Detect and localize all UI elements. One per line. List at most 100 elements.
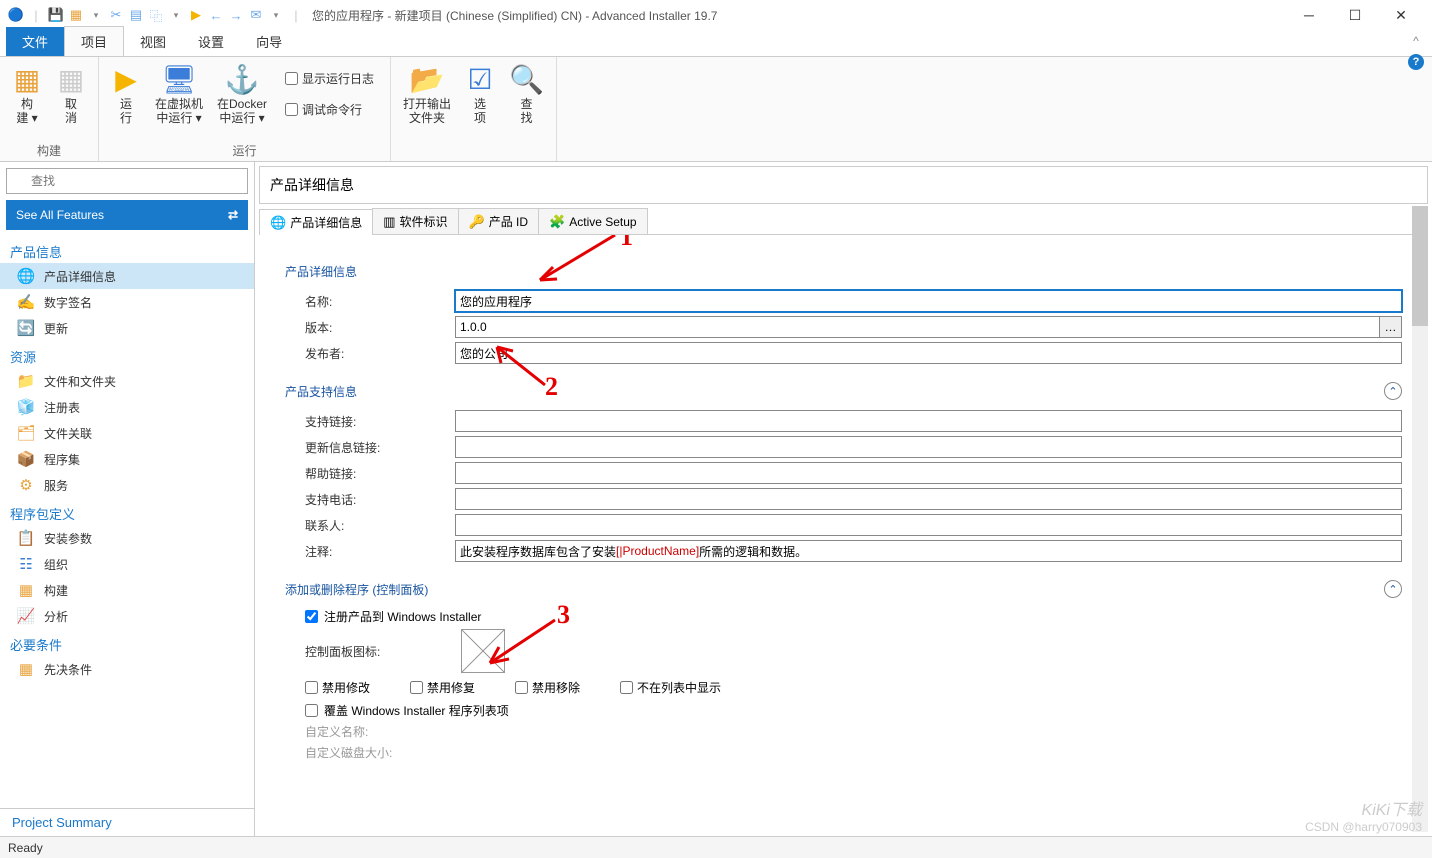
forward-icon[interactable]: → [228, 7, 244, 23]
nolist-checkbox[interactable]: 不在列表中显示 [620, 679, 721, 696]
nav-update[interactable]: 🔄更新 [0, 315, 254, 341]
nav-prereq[interactable]: ▦先决条件 [0, 656, 254, 682]
qat-dropdown3-icon[interactable]: ▾ [268, 7, 284, 23]
override-checkbox[interactable]: 覆盖 Windows Installer 程序列表项 [285, 702, 1402, 719]
svg-text:1: 1 [620, 235, 633, 251]
version-browse-button[interactable]: … [1380, 316, 1402, 338]
nav-organize[interactable]: ☷组织 [0, 551, 254, 577]
help-icon[interactable]: ? [1408, 54, 1424, 70]
nav-analyze[interactable]: 📈分析 [0, 603, 254, 629]
section-product-details: 产品详细信息 [285, 263, 1402, 280]
see-all-features-button[interactable]: See All Features ⇄ [6, 200, 248, 230]
show-log-check[interactable]: 显示运行日志 [281, 68, 378, 89]
nav-header-prereq: 必要条件 [0, 629, 254, 656]
qat-sep: | [28, 7, 44, 23]
save-icon[interactable]: 💾 [48, 7, 64, 23]
mail-icon[interactable]: ✉ [248, 7, 264, 23]
norepair-checkbox[interactable]: 禁用修复 [410, 679, 475, 696]
nav-files[interactable]: 📁文件和文件夹 [0, 368, 254, 394]
nav-registry[interactable]: 🧊注册表 [0, 394, 254, 420]
status-bar: Ready [0, 836, 1432, 858]
label-contact: 联系人: [285, 517, 455, 534]
nav-digital-signature[interactable]: ✍数字签名 [0, 289, 254, 315]
window-title: 您的应用程序 - 新建项目 (Chinese (Simplified) CN) … [312, 7, 1286, 24]
cut-icon[interactable]: ✂ [108, 7, 124, 23]
tab-wizard[interactable]: 向导 [240, 27, 298, 56]
label-name: 名称: [285, 293, 455, 310]
subtab-activesetup[interactable]: 🧩Active Setup [538, 208, 648, 234]
tab-file[interactable]: 文件 [6, 27, 64, 56]
main-panel: 产品详细信息 🌐产品详细信息 ▥软件标识 🔑产品 ID 🧩Active Setu… [255, 162, 1432, 836]
run-button[interactable]: ▶运行 [105, 61, 147, 127]
gear-icon: ⚙ [16, 476, 36, 494]
label-help-link: 帮助链接: [285, 465, 455, 482]
comment-input[interactable]: 此安装程序数据库包含了安装 [|ProductName] 所需的逻辑和数据。 [455, 540, 1402, 562]
nav-services[interactable]: ⚙服务 [0, 472, 254, 498]
build-button[interactable]: ▦构建 ▾ [6, 61, 48, 127]
update-icon: 🔄 [16, 319, 36, 337]
app-icon: 🔵 [8, 7, 24, 23]
chart-icon: 📈 [16, 607, 36, 625]
run-vm-button[interactable]: 🖥在虚拟机中运行 ▾ [149, 61, 209, 127]
name-input[interactable] [455, 290, 1402, 312]
nomodify-checkbox[interactable]: 禁用修改 [305, 679, 370, 696]
tab-settings[interactable]: 设置 [182, 27, 240, 56]
version-input[interactable] [455, 316, 1380, 338]
publisher-input[interactable] [455, 342, 1402, 364]
nav-product-details[interactable]: 🌐产品详细信息 [0, 263, 254, 289]
support-link-input[interactable] [455, 410, 1402, 432]
find-button[interactable]: 🔍查找 [503, 61, 550, 127]
panel-title: 产品详细信息 [259, 166, 1428, 204]
nav-header-pkgdef: 程序包定义 [0, 498, 254, 525]
support-phone-input[interactable] [455, 488, 1402, 510]
globe-icon: 🌐 [270, 215, 286, 231]
qat-dropdown2-icon[interactable]: ▾ [168, 7, 184, 23]
search-input[interactable] [6, 168, 248, 194]
tab-project[interactable]: 项目 [64, 26, 124, 56]
paste-icon[interactable]: ▤ [128, 7, 144, 23]
subtab-swid[interactable]: ▥软件标识 [372, 208, 458, 234]
subtab-details[interactable]: 🌐产品详细信息 [259, 209, 373, 235]
qat-dropdown-icon[interactable]: ▾ [88, 7, 104, 23]
run-icon[interactable]: ▶ [188, 7, 204, 23]
update-link-input[interactable] [455, 436, 1402, 458]
minimize-button[interactable]: ─ [1286, 0, 1332, 30]
signature-icon: ✍ [16, 293, 36, 311]
copy-icon[interactable]: ⿻ [148, 7, 164, 23]
close-button[interactable]: ✕ [1378, 0, 1424, 30]
options-button[interactable]: ☑选项 [459, 61, 501, 127]
watermark: KiKi下载 CSDN @harry070903 [1305, 796, 1422, 834]
prereq-icon: ▦ [16, 660, 36, 678]
group-run-label: 运行 [105, 140, 384, 159]
noremove-checkbox[interactable]: 禁用移除 [515, 679, 580, 696]
group-build-label: 构建 [6, 140, 92, 159]
nav-install-params[interactable]: 📋安装参数 [0, 525, 254, 551]
help-link-input[interactable] [455, 462, 1402, 484]
register-checkbox[interactable]: 注册产品到 Windows Installer [285, 608, 1402, 625]
label-publisher: 发布者: [285, 345, 455, 362]
project-summary-link[interactable]: Project Summary [0, 808, 254, 836]
build-icon[interactable]: ▦ [68, 7, 84, 23]
folder-icon: 📁 [16, 372, 36, 390]
debug-cmd-check[interactable]: 调试命令行 [281, 99, 378, 120]
label-custom-name: 自定义名称: [285, 723, 455, 740]
cancel-button[interactable]: ▦取消 [50, 61, 92, 127]
contact-input[interactable] [455, 514, 1402, 536]
qat-sep2: | [288, 7, 304, 23]
maximize-button[interactable]: ☐ [1332, 0, 1378, 30]
label-update-link: 更新信息链接: [285, 439, 455, 456]
tab-view[interactable]: 视图 [124, 27, 182, 56]
back-icon[interactable]: ← [208, 7, 224, 23]
ribbon-tabs: 文件 项目 视图 设置 向导 ^ ? [0, 30, 1432, 56]
nav-build[interactable]: ▦构建 [0, 577, 254, 603]
label-comment: 注释: [285, 543, 455, 560]
open-output-button[interactable]: 📂打开输出文件夹 [397, 61, 457, 127]
collapse-support-icon[interactable]: ⌃ [1384, 382, 1402, 400]
collapse-arp-icon[interactable]: ⌃ [1384, 580, 1402, 598]
icon-picker[interactable] [461, 629, 505, 673]
nav-assemblies[interactable]: 📦程序集 [0, 446, 254, 472]
run-docker-button[interactable]: ⚓在Docker中运行 ▾ [211, 61, 273, 127]
ribbon-collapse-icon[interactable]: ^ [1413, 34, 1419, 48]
subtab-prodid[interactable]: 🔑产品 ID [458, 208, 540, 234]
nav-file-assoc[interactable]: 🗂文件关联 [0, 420, 254, 446]
